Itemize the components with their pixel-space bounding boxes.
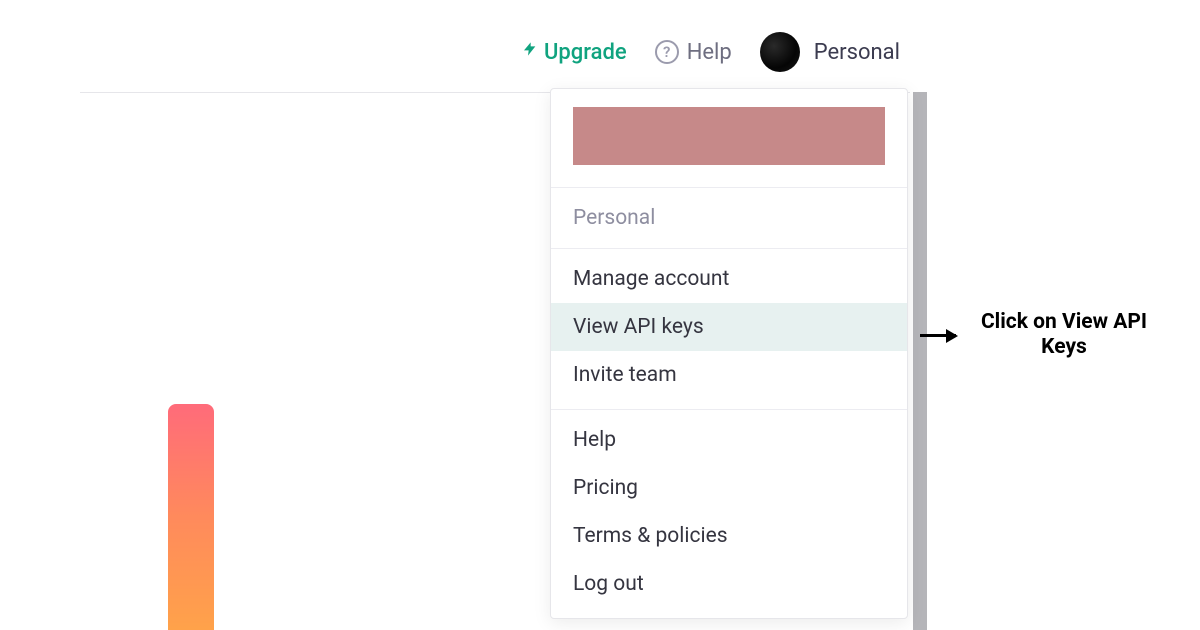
dropdown-account-group: Manage account View API keys Invite team: [551, 248, 907, 409]
menu-item-view-api-keys[interactable]: View API keys: [551, 303, 907, 351]
upgrade-label: Upgrade: [544, 40, 627, 65]
menu-item-invite-team[interactable]: Invite team: [551, 351, 907, 399]
dropdown-misc-group: Help Pricing Terms & policies Log out: [551, 409, 907, 618]
avatar: [760, 32, 800, 72]
annotation-callout: Click on View API Keys: [920, 310, 1164, 360]
menu-item-manage-account[interactable]: Manage account: [551, 255, 907, 303]
workspace-label: Personal: [551, 188, 907, 248]
scrollbar-track[interactable]: [913, 92, 927, 630]
account-label: Personal: [814, 40, 900, 65]
menu-item-help[interactable]: Help: [551, 416, 907, 464]
menu-item-terms[interactable]: Terms & policies: [551, 512, 907, 560]
account-menu-trigger[interactable]: Personal: [760, 32, 900, 72]
top-bar: Upgrade ? Help Personal: [0, 24, 1200, 80]
menu-item-pricing[interactable]: Pricing: [551, 464, 907, 512]
account-dropdown: Personal Manage account View API keys In…: [550, 88, 908, 619]
bolt-icon: [522, 38, 538, 66]
help-icon: ?: [655, 40, 679, 64]
help-link[interactable]: ? Help: [655, 40, 732, 65]
help-label: Help: [687, 40, 732, 65]
decorative-gradient-bar: [168, 404, 214, 630]
redacted-user-info: [573, 107, 885, 165]
annotation-text: Click on View API Keys: [964, 310, 1164, 360]
menu-item-logout[interactable]: Log out: [551, 560, 907, 608]
dropdown-header: [551, 89, 907, 187]
upgrade-link[interactable]: Upgrade: [522, 38, 627, 66]
arrow-icon: [920, 334, 956, 337]
